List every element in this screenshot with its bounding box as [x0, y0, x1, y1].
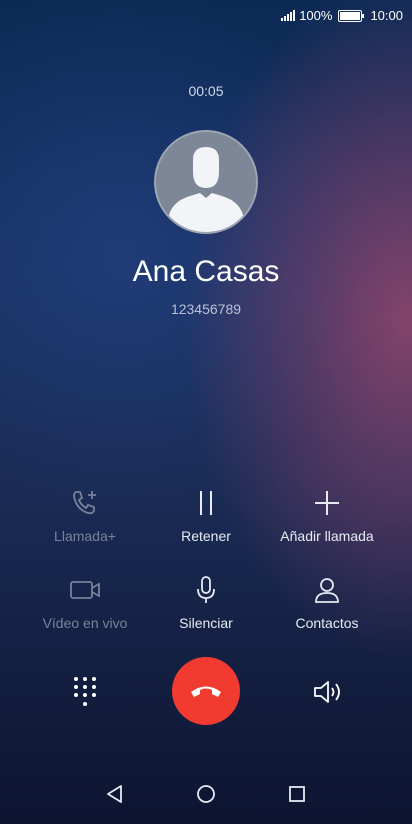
navigation-bar — [0, 769, 412, 824]
status-bar: 100% 10:00 — [0, 0, 412, 30]
battery-percent: 100% — [299, 8, 333, 23]
recents-icon[interactable] — [286, 783, 308, 805]
add-call-plus-button[interactable]: Llamada+ — [20, 488, 150, 544]
add-call-plus-label: Llamada+ — [54, 528, 116, 544]
end-call-button[interactable] — [172, 657, 240, 725]
hold-icon — [200, 491, 212, 515]
hold-button[interactable]: Retener — [141, 488, 271, 544]
call-timer: 00:05 — [188, 83, 224, 99]
mute-button[interactable]: Silenciar — [141, 575, 271, 631]
microphone-icon — [197, 576, 215, 603]
contact-avatar — [154, 130, 258, 234]
person-silhouette-icon — [168, 147, 244, 232]
contacts-label: Contactos — [295, 615, 359, 631]
hold-label: Retener — [181, 528, 231, 544]
speaker-icon[interactable] — [312, 679, 344, 705]
caller-number: 123456789 — [170, 301, 242, 317]
add-call-button[interactable]: Añadir llamada — [262, 488, 392, 544]
battery-icon — [338, 9, 365, 22]
end-call-icon — [191, 686, 221, 697]
live-video-button[interactable]: Vídeo en vivo — [20, 575, 150, 631]
contacts-button[interactable]: Contactos — [262, 575, 392, 631]
mute-label: Silenciar — [179, 615, 233, 631]
add-call-label: Añadir llamada — [280, 528, 374, 544]
back-icon[interactable] — [104, 783, 126, 805]
dialpad-icon[interactable] — [73, 676, 97, 708]
caller-name: Ana Casas — [132, 255, 280, 288]
clock: 10:00 — [370, 8, 403, 23]
add-call-icon — [73, 491, 96, 515]
plus-icon — [315, 491, 339, 515]
contact-icon — [315, 578, 339, 603]
live-video-label: Vídeo en vivo — [42, 615, 128, 631]
home-icon[interactable] — [195, 783, 217, 805]
video-icon — [70, 581, 100, 599]
signal-icon — [281, 10, 296, 21]
